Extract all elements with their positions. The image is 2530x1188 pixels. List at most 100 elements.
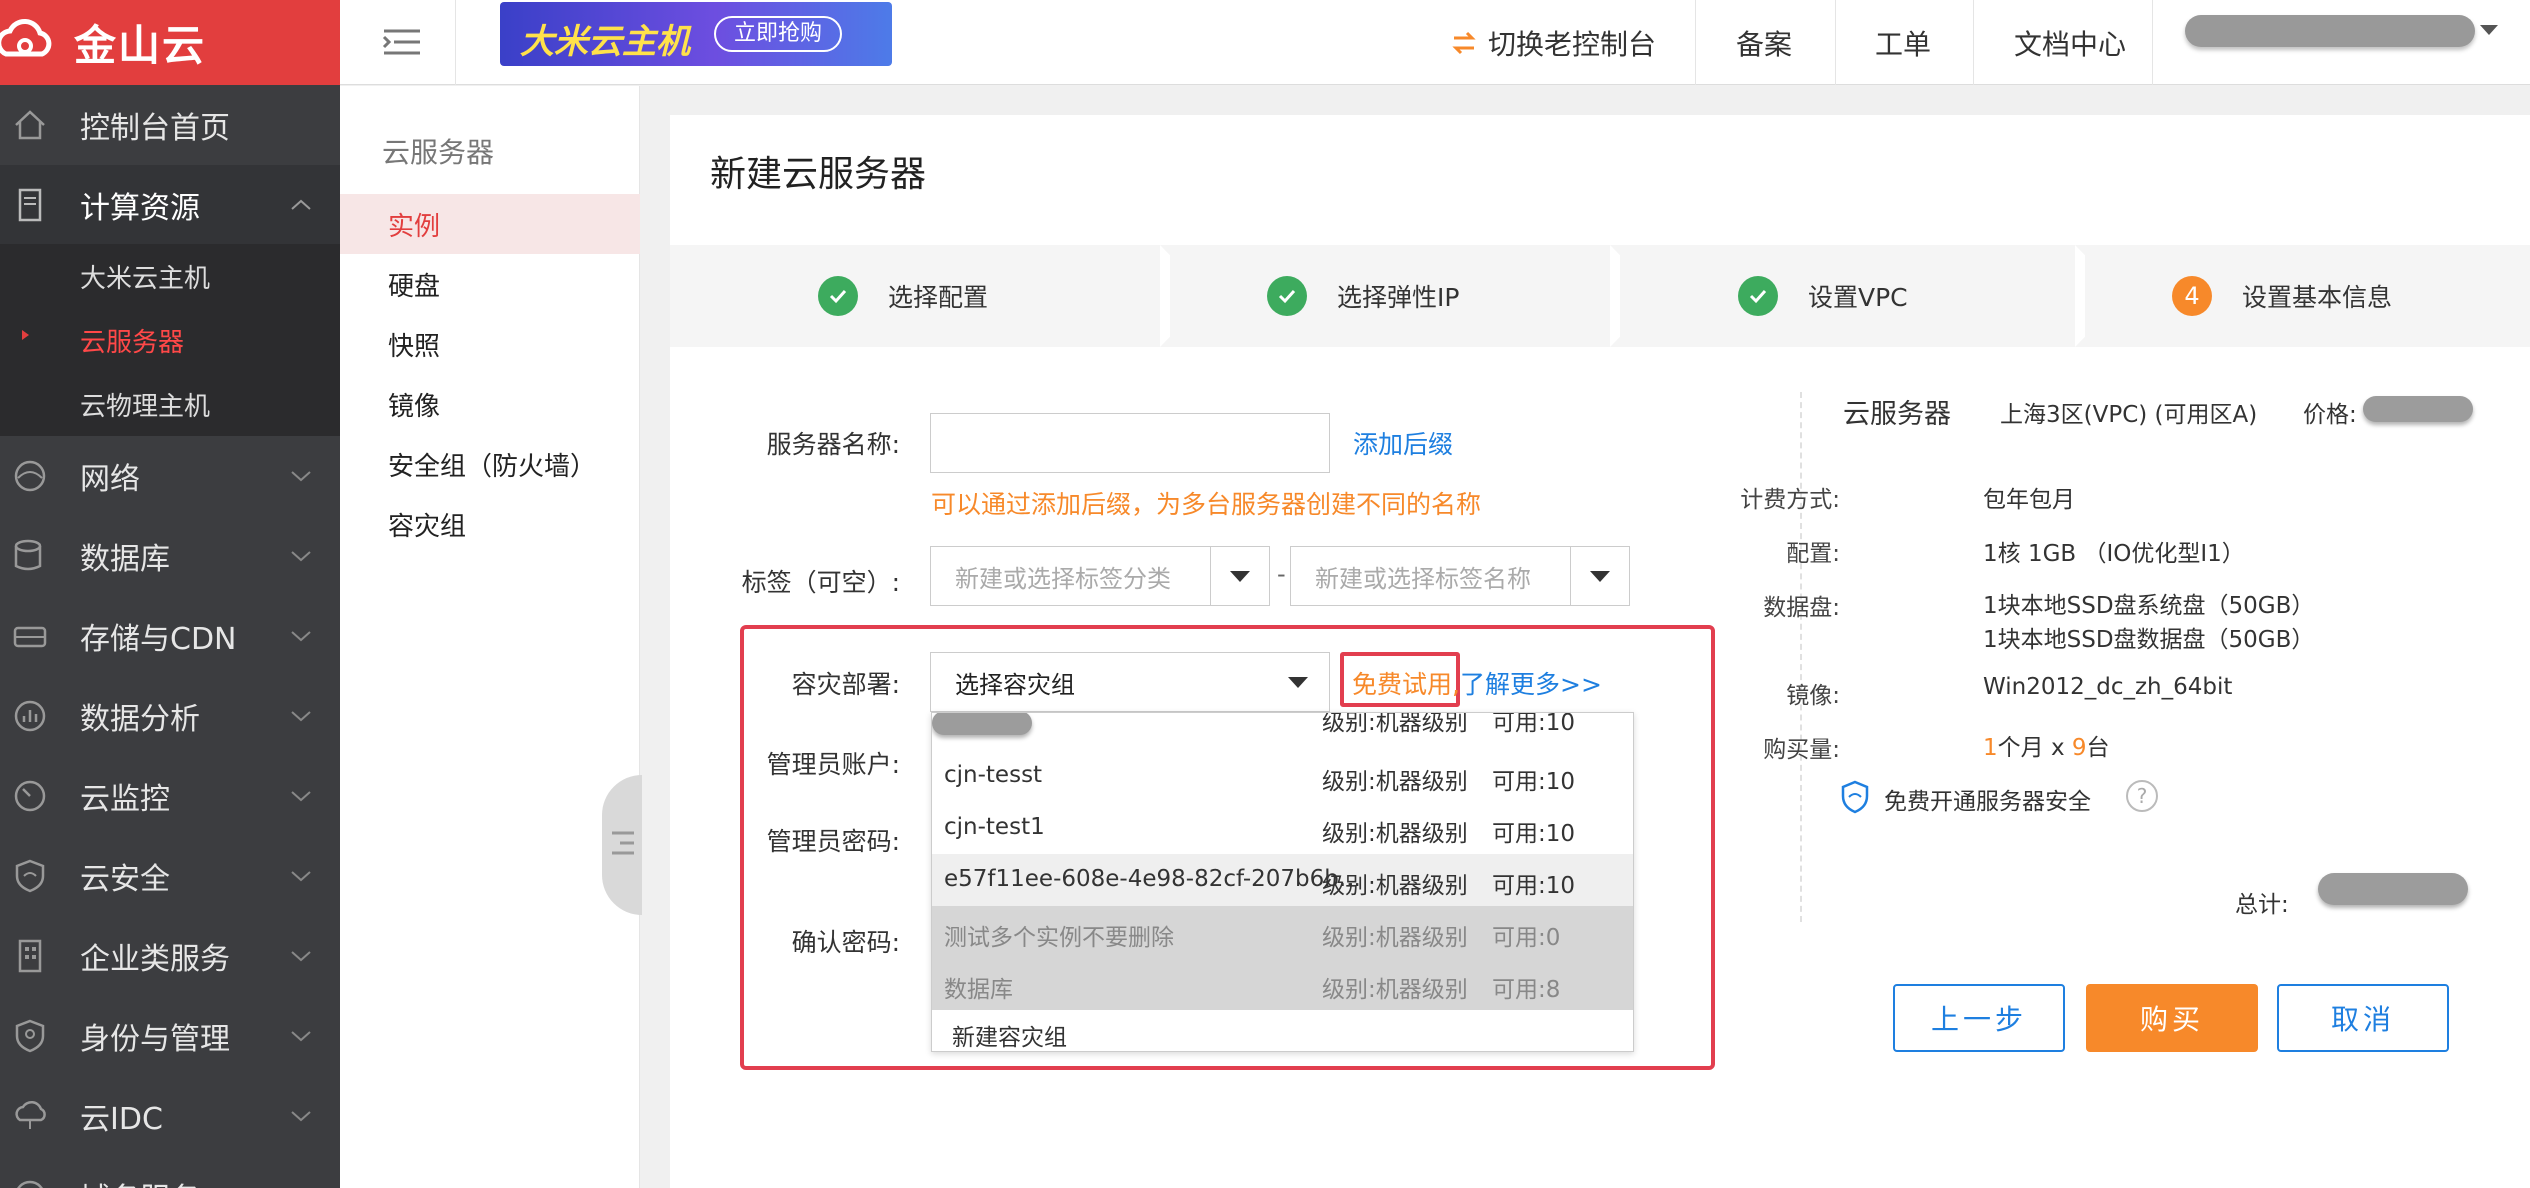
image-label: 镜像:: [1786, 683, 1840, 709]
step-4: 4 设置基本信息: [2172, 245, 2392, 347]
chevron-up-icon: [291, 199, 311, 210]
add-suffix-link[interactable]: 添加后缀: [1353, 425, 1453, 461]
list-item: 测试多个实例不要删除 级别:机器级别 可用:0: [932, 906, 1633, 958]
admin-password-label: 管理员密码:: [766, 827, 900, 856]
dr-level: 级别:机器级别: [1322, 873, 1468, 899]
subnav-item-dami[interactable]: 大米云主机: [80, 258, 210, 295]
menu-toggle-icon[interactable]: [380, 20, 424, 64]
dr-group-select[interactable]: 选择容灾组: [930, 652, 1330, 712]
nav-item-storage[interactable]: 存储与CDN: [0, 596, 340, 676]
tag-name-select[interactable]: 新建或选择标签名称: [1290, 546, 1630, 606]
identity-icon: [15, 1019, 45, 1053]
step-arrow-icon: [2075, 245, 2135, 347]
free-security-text[interactable]: 免费开通服务器安全: [1884, 782, 2091, 816]
step-arrow-icon: [1610, 245, 1670, 347]
domain-icon: [17, 1180, 43, 1188]
dr-name: 测试多个实例不要删除: [944, 925, 1174, 951]
nav-label: 云IDC: [80, 1102, 163, 1137]
server-name-input[interactable]: [930, 413, 1330, 473]
confirm-password-label: 确认密码:: [791, 928, 900, 957]
nav-label: 云安全: [80, 862, 170, 897]
list-item[interactable]: e57f11ee-608e-4e98-82cf-207b6b... 级别:机器级…: [932, 854, 1633, 906]
divider: [1570, 547, 1571, 605]
user-account-menu[interactable]: [2185, 15, 2475, 47]
list-item[interactable]: cjn-test1 级别:机器级别 可用:10: [932, 802, 1633, 854]
docs-link[interactable]: 文档中心: [2014, 0, 2126, 85]
nav-item-enterprise[interactable]: 企业类服务: [0, 916, 340, 996]
caret-down-icon[interactable]: [1230, 571, 1250, 582]
menu-item-disks[interactable]: 硬盘: [340, 254, 640, 314]
summary-region: 上海3区(VPC) (可用区A): [2000, 402, 2258, 428]
caret-down-icon[interactable]: [1590, 571, 1610, 582]
nav-item-identity[interactable]: 身份与管理: [0, 996, 340, 1076]
list-item[interactable]: cjn-tesst 级别:机器级别 可用:10: [932, 750, 1633, 802]
ticket-link[interactable]: 工单: [1875, 0, 1931, 85]
home-icon: [15, 110, 45, 140]
menu-item-images[interactable]: 镜像: [340, 374, 640, 434]
dr-availability: 可用:10: [1492, 712, 1576, 736]
quantity-months: 1: [1983, 735, 1998, 761]
collapse-panel-handle[interactable]: [602, 775, 642, 915]
nav-item-dashboard[interactable]: 控制台首页: [0, 85, 340, 165]
chevron-down-icon: [291, 1031, 311, 1042]
building-icon: [18, 939, 42, 973]
check-icon: [1738, 276, 1778, 316]
nav-label: 数据分析: [80, 702, 200, 737]
nav-item-domain[interactable]: 域名服务: [0, 1156, 340, 1188]
prev-step-button[interactable]: 上一步: [1893, 984, 2065, 1052]
list-item[interactable]: 级别:机器级别 可用:10: [932, 712, 1633, 743]
idc-icon: [15, 1100, 46, 1129]
chevron-down-icon: [291, 711, 311, 722]
logo[interactable]: 金山云: [0, 0, 340, 85]
subnav-item-bare-metal[interactable]: 云物理主机: [80, 386, 210, 423]
chevron-down-icon: [291, 951, 311, 962]
divider: [1695, 0, 1696, 85]
dr-select-value: 选择容灾组: [955, 670, 1075, 699]
check-icon: [818, 276, 858, 316]
dr-group-dropdown: 级别:机器级别 可用:10 cjn-tesst 级别:机器级别 可用:10 cj…: [931, 712, 1634, 1052]
switch-old-console-link[interactable]: 切换老控制台: [1450, 0, 1656, 85]
quantity-count-unit: 台: [2086, 735, 2110, 761]
create-dr-group-option[interactable]: 新建容灾组: [932, 1010, 1633, 1051]
chevron-down-icon: [291, 791, 311, 802]
dr-level: 级别:机器级别: [1322, 712, 1468, 736]
cloud-logo-icon: [0, 18, 52, 56]
chevron-down-icon: [291, 871, 311, 882]
caret-down-icon[interactable]: [2480, 25, 2498, 35]
step-label: 设置VPC: [1808, 283, 1908, 312]
price-value: [2363, 396, 2473, 422]
menu-item-dr-groups[interactable]: 容灾组: [340, 494, 640, 554]
page-title: 新建云服务器: [710, 154, 927, 195]
step-2: 选择弹性IP: [1267, 245, 1459, 347]
subnav-item-cloud-server[interactable]: 云服务器: [80, 322, 184, 359]
nav-item-database[interactable]: 数据库: [0, 516, 340, 596]
image-value: Win2012_dc_zh_64bit: [1983, 674, 2233, 700]
nav-label: 存储与CDN: [80, 622, 237, 657]
step-label: 选择配置: [888, 283, 989, 312]
buy-button[interactable]: 购买: [2086, 984, 2258, 1052]
nav-item-network[interactable]: 网络: [0, 436, 340, 516]
suffix-hint: 可以通过添加后缀，为多台服务器创建不同的名称: [931, 490, 1482, 519]
billing-label: 计费方式:: [1740, 487, 1840, 513]
nav-item-compute[interactable]: 计算资源: [0, 165, 340, 245]
nav-item-security[interactable]: 云安全: [0, 836, 340, 916]
tag-name-placeholder: 新建或选择标签名称: [1315, 564, 1531, 593]
create-dr-group-label: 新建容灾组: [952, 1025, 1067, 1051]
free-trial-link[interactable]: 免费试用,: [1352, 665, 1460, 701]
promo-banner[interactable]: 大米云主机 立即抢购: [500, 2, 892, 66]
nav-item-monitor[interactable]: 云监控: [0, 756, 340, 836]
menu-item-security-groups[interactable]: 安全组（防火墙）: [340, 434, 640, 494]
nav-item-idc[interactable]: 云IDC: [0, 1076, 340, 1156]
icp-filing-link[interactable]: 备案: [1736, 0, 1792, 85]
banner-buy-button[interactable]: 立即抢购: [714, 16, 842, 52]
nav-item-analytics[interactable]: 数据分析: [0, 676, 340, 756]
help-icon[interactable]: ?: [2126, 780, 2158, 812]
menu-item-snapshots[interactable]: 快照: [340, 314, 640, 374]
cancel-button[interactable]: 取消: [2277, 984, 2449, 1052]
tag-category-select[interactable]: 新建或选择标签分类: [930, 546, 1270, 606]
secondary-menu: 云服务器 实例 硬盘 快照 镜像 安全组（防火墙） 容灾组: [340, 86, 640, 1188]
learn-more-link[interactable]: 了解更多>>: [1460, 665, 1602, 701]
caret-down-icon[interactable]: [1288, 677, 1308, 688]
menu-item-instances[interactable]: 实例: [340, 194, 640, 254]
dr-availability: 可用:0: [1492, 925, 1561, 951]
